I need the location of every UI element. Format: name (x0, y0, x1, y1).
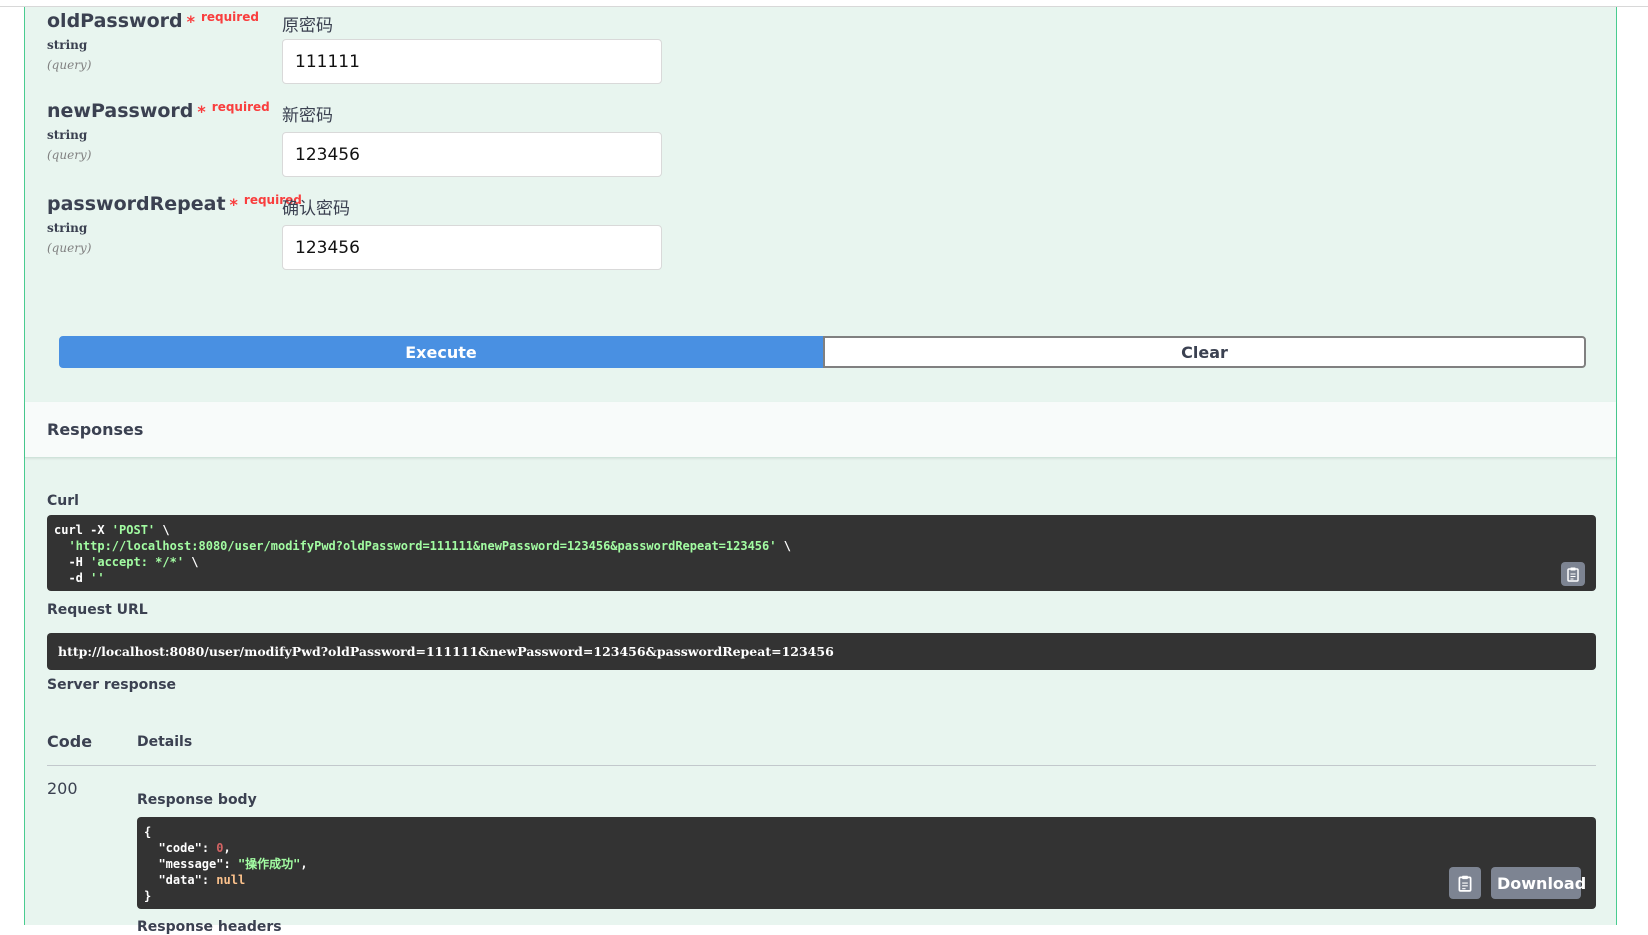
server-response-label: Server response (47, 677, 177, 693)
required-star: * (197, 102, 206, 121)
param-name-oldPassword: oldPassword * required (47, 10, 259, 32)
required-star: * (229, 195, 238, 214)
response-body-block: { "code": 0, "message": "操作成功", "data": … (137, 817, 1596, 909)
param-description: 确认密码 (282, 199, 350, 219)
table-divider (47, 765, 1596, 766)
param-in: (query) (47, 58, 92, 72)
param-description: 新密码 (282, 106, 333, 126)
curl-code-block: curl -X 'POST' \ 'http://localhost:8080/… (47, 515, 1596, 591)
request-url-label: Request URL (47, 602, 148, 618)
response-body-label: Response body (137, 792, 257, 808)
param-name-newPassword: newPassword * required (47, 100, 270, 122)
param-in: (query) (47, 241, 92, 255)
curl-label: Curl (47, 493, 79, 509)
passwordRepeat-input[interactable] (282, 225, 662, 270)
param-type: string (47, 38, 88, 52)
curl-code: curl -X 'POST' \ 'http://localhost:8080/… (54, 523, 791, 585)
response-headers-label: Response headers (137, 919, 282, 935)
required-label: required (211, 100, 270, 114)
param-name-passwordRepeat: passwordRepeat * required (47, 193, 302, 215)
newPassword-input[interactable] (282, 132, 662, 177)
response-body: { "code": 0, "message": "操作成功", "data": … (144, 825, 308, 903)
code-column-header: Code (47, 732, 93, 751)
responses-title: Responses (47, 420, 144, 439)
oldPassword-input[interactable] (282, 39, 662, 84)
clear-button[interactable]: Clear (823, 336, 1586, 368)
status-code: 200 (47, 779, 78, 798)
param-description: 原密码 (282, 16, 333, 36)
required-label: required (200, 10, 259, 24)
top-border (0, 0, 1648, 7)
param-in: (query) (47, 148, 92, 162)
param-name-text: passwordRepeat (47, 193, 226, 215)
execute-button[interactable]: Execute (59, 336, 823, 368)
param-name-text: newPassword (47, 100, 194, 122)
request-url: http://localhost:8080/user/modifyPwd?old… (58, 644, 834, 659)
param-name-text: oldPassword (47, 10, 183, 32)
required-star: * (186, 12, 195, 31)
details-column-header: Details (137, 734, 193, 750)
operation-block: oldPassword * required string (query) 原密码 … (24, 7, 1617, 935)
clipboard-icon (1458, 875, 1472, 892)
copy-response-button[interactable] (1449, 867, 1481, 899)
request-url-block: http://localhost:8080/user/modifyPwd?old… (47, 633, 1596, 670)
responses-header: Responses (25, 402, 1616, 458)
download-button[interactable]: Download (1491, 867, 1586, 899)
copy-curl-button[interactable] (1561, 562, 1585, 586)
clipboard-icon (1567, 567, 1579, 582)
param-type: string (47, 221, 88, 235)
param-type: string (47, 128, 88, 142)
